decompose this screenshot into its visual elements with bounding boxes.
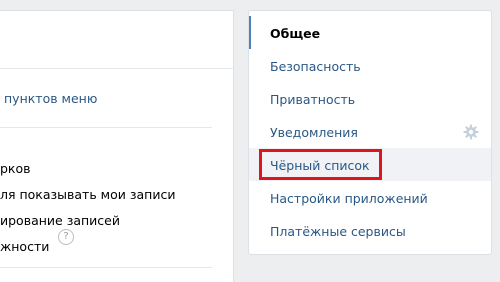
menu-item-label: Платёжные сервисы — [270, 224, 406, 239]
settings-content-card: пунктов меню рков ля показывать мои запи… — [0, 10, 234, 282]
menu-item-label: Уведомления — [270, 125, 358, 140]
settings-menu-item-privacy[interactable]: Приватность — [249, 82, 491, 115]
settings-menu-item-general[interactable]: Общее — [249, 16, 491, 49]
highlight-box — [259, 149, 382, 180]
option-checkbox-label[interactable]: жности — [0, 239, 49, 254]
settings-menu-item-security[interactable]: Безопасность — [249, 49, 491, 82]
help-icon[interactable]: ? — [58, 229, 74, 245]
gear-icon[interactable] — [463, 124, 479, 140]
section-divider — [0, 267, 212, 268]
settings-menu-item-payments[interactable]: Платёжные сервисы — [249, 214, 491, 247]
menu-item-label: Приватность — [270, 92, 356, 107]
menu-item-label: Настройки приложений — [270, 191, 428, 206]
menu-items-link[interactable]: пунктов меню — [4, 91, 97, 106]
menu-item-label: Общее — [270, 26, 321, 41]
settings-menu-item-app-settings[interactable]: Настройки приложений — [249, 181, 491, 214]
option-checkbox-label[interactable]: ирование записей — [0, 213, 120, 228]
option-checkbox-label[interactable]: рков — [0, 161, 31, 176]
settings-menu-item-notifications[interactable]: Уведомления — [249, 115, 491, 148]
menu-item-label: Безопасность — [270, 59, 361, 74]
settings-menu: Общее Безопасность Приватность Уведомлен… — [248, 10, 492, 255]
header-divider — [0, 68, 233, 69]
section-divider — [0, 127, 212, 128]
option-checkbox-label[interactable]: ля показывать мои записи — [0, 187, 175, 202]
